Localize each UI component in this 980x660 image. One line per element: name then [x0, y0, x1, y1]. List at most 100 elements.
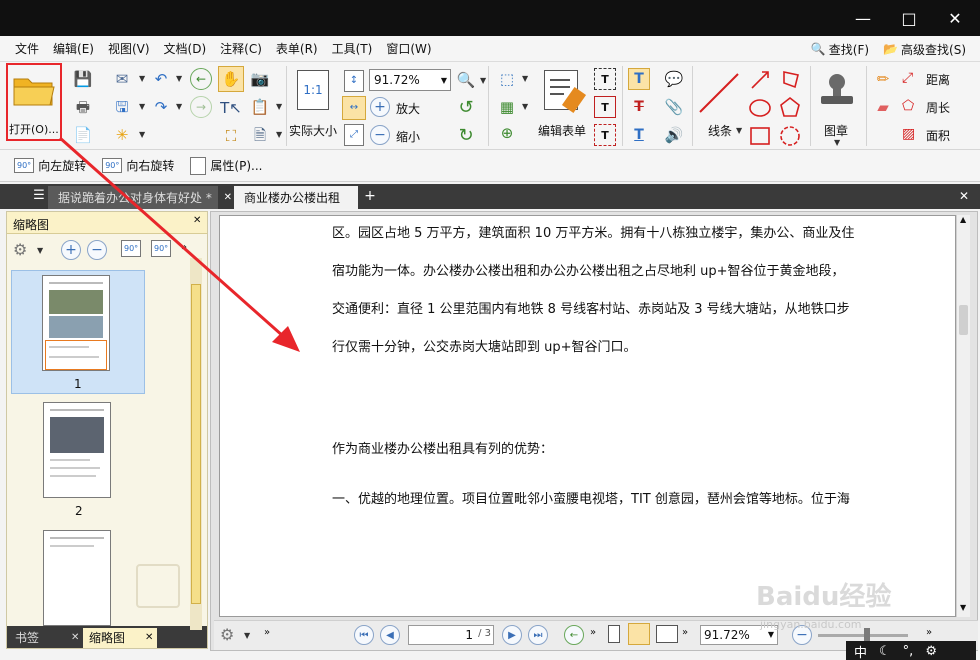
new-doc-icon[interactable]: ✳ — [110, 124, 134, 146]
pdf-page[interactable]: 区。园区占地 5 万平方，建筑面积 10 万平方米。拥有十八栋独立楼宇，集办公、… — [219, 215, 956, 617]
distance-button[interactable]: ⤢ 距离 — [902, 68, 972, 90]
single-page-icon[interactable] — [608, 625, 620, 643]
cloud-shape-icon[interactable] — [780, 126, 800, 146]
thumb-zoom-out-icon[interactable]: − — [87, 240, 107, 260]
hand-tool-icon[interactable]: ✋ — [218, 66, 244, 92]
typewriter-icon[interactable]: T — [628, 68, 650, 90]
perimeter-button[interactable]: ⬠ 周长 — [902, 96, 972, 118]
zoom-magnifier-icon[interactable]: 🔍 — [455, 69, 477, 91]
status-more-4-icon[interactable]: » — [926, 627, 932, 638]
ime-indicator[interactable]: 中 ☾ °, ⚙ — [846, 641, 976, 660]
document-scrollbar[interactable]: ▲ ▼ — [956, 215, 970, 617]
zoom-out-button[interactable]: − 缩小 — [370, 125, 430, 147]
open-button[interactable]: 打开(O)... — [6, 63, 62, 141]
tab-list-icon[interactable]: ☰ — [30, 188, 48, 204]
menu-file[interactable]: 文件 — [8, 40, 46, 57]
fit-width-icon[interactable]: ↔ — [342, 96, 366, 120]
clipboard-icon[interactable]: 📋 — [248, 96, 272, 118]
form-select-dropdown-icon[interactable]: ▼ — [522, 74, 528, 83]
form-table-dropdown-icon[interactable]: ▼ — [522, 102, 528, 111]
maximize-button[interactable]: □ — [886, 0, 932, 36]
minimize-button[interactable]: — — [840, 0, 886, 36]
rotate-view-left-icon[interactable]: ↺ — [455, 97, 477, 119]
first-page-icon[interactable]: ⏮ — [354, 625, 374, 645]
rotate-view-right-icon[interactable]: ↻ — [455, 125, 477, 147]
document-tool-icon[interactable]: 🗎 — [248, 124, 272, 146]
scroll-down-icon[interactable]: ▼ — [960, 603, 966, 612]
menu-window[interactable]: 窗口(W) — [379, 40, 438, 57]
lines-button[interactable]: 线条 ▼ — [696, 68, 744, 144]
menu-comment[interactable]: 注释(C) — [213, 40, 269, 57]
text-box-icon[interactable]: T — [594, 96, 616, 118]
pencil-icon[interactable]: ✏ — [872, 68, 894, 90]
thumbnails-tab-close-icon[interactable]: ✕ — [145, 628, 153, 648]
camera-icon[interactable]: 📷 — [248, 68, 272, 90]
zoom-select[interactable]: 91.72% ▼ — [369, 69, 451, 91]
bookmarks-tab-close-icon[interactable]: ✕ — [71, 628, 79, 648]
continuous-page-icon[interactable] — [628, 623, 650, 645]
snapshot-select-icon[interactable]: ⛶ — [218, 124, 244, 148]
properties-button[interactable]: 属性(P)... — [184, 156, 268, 175]
scan-dropdown-icon[interactable]: ▼ — [139, 102, 145, 111]
document-tool-dropdown-icon[interactable]: ▼ — [276, 130, 282, 139]
scan-icon[interactable]: 🖫 — [110, 96, 134, 118]
redo-icon[interactable]: ↷ — [150, 96, 172, 118]
note-icon[interactable]: 💬 — [662, 68, 686, 90]
thumb-rotate-right-icon[interactable]: 90° — [151, 240, 172, 257]
callout-icon[interactable]: T — [594, 124, 616, 146]
export-icon[interactable]: 📄 — [72, 124, 94, 146]
stamp-button[interactable]: 图章 ▼ — [812, 68, 862, 147]
panel-close-icon[interactable]: ✕ — [193, 215, 201, 226]
thumb-zoom-in-icon[interactable]: + — [61, 240, 81, 260]
menu-document[interactable]: 文档(D) — [157, 40, 214, 57]
zoom-slider[interactable] — [818, 628, 908, 642]
zoom-in-button[interactable]: + 放大 — [370, 97, 430, 119]
forward-icon[interactable]: → — [190, 96, 212, 118]
polygon-shape-icon[interactable] — [783, 71, 799, 89]
previous-page-icon[interactable]: ◀ — [380, 625, 400, 645]
rotate-left-button[interactable]: 90° 向左旋转 — [8, 157, 92, 174]
page-number-input[interactable]: 1 / 3 — [408, 625, 494, 645]
history-back-icon[interactable]: ← — [564, 625, 584, 645]
save-icon[interactable]: 💾 — [72, 68, 94, 90]
menu-tools[interactable]: 工具(T) — [325, 40, 380, 57]
form-table-icon[interactable]: ▦ — [496, 96, 518, 118]
thumb-options-icon[interactable]: ⚙ — [13, 240, 27, 259]
form-select-icon[interactable]: ⬚ — [496, 68, 518, 90]
eraser-icon[interactable]: ▰ — [872, 96, 894, 118]
next-page-icon[interactable]: ▶ — [502, 625, 522, 645]
menu-view[interactable]: 视图(V) — [101, 40, 157, 57]
status-options-icon[interactable]: ⚙ — [220, 625, 234, 644]
rectangle-shape-icon[interactable] — [750, 127, 770, 145]
sound-icon[interactable]: 🔊 — [662, 124, 686, 146]
ellipse-shape-icon[interactable] — [749, 99, 771, 117]
undo-dropdown-icon[interactable]: ▼ — [176, 74, 182, 83]
back-icon[interactable]: ← — [190, 68, 212, 90]
select-text-icon[interactable]: T↖ — [218, 96, 244, 120]
new-tab-icon[interactable]: + — [362, 188, 378, 204]
status-more-3-icon[interactable]: » — [682, 627, 688, 638]
rotate-right-button[interactable]: 90° 向右旋转 — [96, 157, 180, 174]
attach-icon[interactable]: 📎 — [662, 96, 686, 118]
zoom-magnifier-dropdown-icon[interactable]: ▼ — [480, 76, 486, 85]
strikeout-icon[interactable]: T — [628, 96, 650, 118]
status-more-2-icon[interactable]: » — [590, 627, 596, 638]
status-options-dropdown-icon[interactable]: ▼ — [244, 631, 250, 640]
tab-close-icon[interactable]: ✕ — [224, 192, 232, 203]
thumbnails-tab[interactable]: 缩略图 ✕ — [83, 628, 157, 648]
edit-form-button[interactable]: 编辑表单 — [536, 68, 592, 144]
tab-document-1[interactable]: 据说跪着办公对身体有好处 * ✕ — [48, 186, 232, 209]
arrow-shape-icon[interactable] — [751, 71, 769, 89]
undo-icon[interactable]: ↶ — [150, 68, 172, 90]
redo-dropdown-icon[interactable]: ▼ — [176, 102, 182, 111]
print-icon[interactable]: 🖶 — [72, 96, 94, 118]
menu-edit[interactable]: 编辑(E) — [46, 40, 101, 57]
thumbnail-page-2[interactable]: 2 — [11, 400, 145, 522]
underline-icon[interactable]: T — [628, 124, 650, 146]
thumbnail-page-1[interactable]: 1 — [11, 270, 145, 394]
form-add-icon[interactable]: ⊕ — [496, 122, 518, 144]
pentagon-shape-icon[interactable] — [780, 96, 800, 117]
bookmarks-tab[interactable]: 书签 ✕ — [9, 628, 83, 648]
find-button[interactable]: 🔍 查找(F) — [811, 41, 869, 58]
status-more-icon[interactable]: » — [264, 627, 270, 638]
